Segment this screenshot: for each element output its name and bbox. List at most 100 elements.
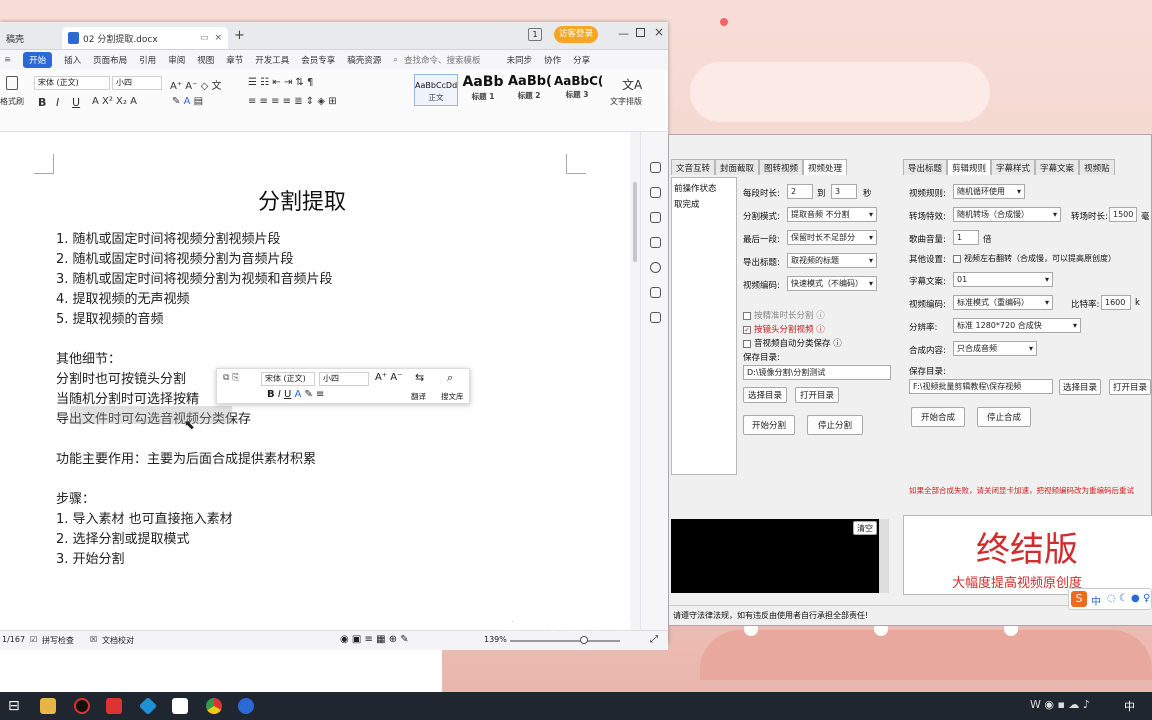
translate-icon[interactable]: ⇆ [415,371,424,384]
tray-icons[interactable]: W ◉ ▪ ☁ ♪ [1030,698,1090,711]
translate-label[interactable]: 翻译 [411,391,426,402]
menu-view[interactable]: 视图 [197,54,214,66]
last-segment-select[interactable]: 保留时长不足部分 [787,230,877,245]
console-scrollbar[interactable] [879,519,889,593]
mini-size-select[interactable]: 小四 [319,372,369,386]
status-log-list[interactable]: 前操作状态 取完成 [671,177,737,475]
list-icons[interactable]: ☰ ☷ ⇤ ⇥ ⇅ ¶ [248,77,313,88]
window-count-badge[interactable]: 1 [528,28,542,41]
pen-tool-icon[interactable] [650,187,661,198]
sync-status[interactable]: 未同步 [507,54,533,66]
volume-input[interactable]: 1 [953,230,979,245]
opt-precise[interactable]: 按精准时长分割 ⓘ [743,309,825,321]
flip-checkbox[interactable]: 视频左右翻转（合成慢，可以提高原创度） [953,253,1116,264]
doc-proof[interactable]: 文档校对 [102,635,134,646]
tab-document[interactable]: 02 分割提取.docx ▭ × [62,27,228,49]
menu-more-icon[interactable]: ≡ [4,55,11,65]
subtitle-text-select[interactable]: 01 [953,272,1053,287]
menu-resources[interactable]: 稿壳资源 [347,54,381,66]
view-mode-icons[interactable]: ◉ ▣ ≡ ▦ ⊕ ✎ [340,634,409,645]
spell-check-icon[interactable]: ☑ [30,635,37,644]
search-lib-icon[interactable]: ⌕ [447,371,453,385]
style-normal[interactable]: AaBbCcDd 正文 [414,74,458,106]
file-explorer-icon[interactable] [40,698,56,714]
new-tab-icon[interactable]: + [234,28,245,43]
format-brush-label[interactable]: 格式刷 [0,96,24,107]
search-lib-label[interactable]: 搜文库 [441,391,464,402]
tab-subtitle-style[interactable]: 字幕样式 [991,159,1036,175]
command-search[interactable]: 查找命令、搜索模板 [404,54,481,66]
spell-check[interactable]: 拼写检查 [42,635,74,646]
zoom-slider-thumb[interactable] [580,636,588,644]
text-layout-label[interactable]: 文字排版 [610,96,642,107]
clear-log-button[interactable]: 清空 [853,521,877,535]
strike-super-sub-icon[interactable]: A X² X₂ A [92,96,137,107]
tab-pin-icon[interactable]: ▭ [200,33,209,43]
opt-auto-classify[interactable]: 音视频自动分类保存 ⓘ [743,337,842,349]
tab-text-audio[interactable]: 文音互转 [671,159,716,175]
font-size-select[interactable]: 小四 [112,76,162,90]
compose-choose-dir-button[interactable]: 选择目录 [1059,379,1101,395]
pin-tool-icon[interactable] [650,162,661,173]
ime-tools-icon[interactable]: ◌ ☾ ● ♀ [1107,593,1150,604]
chrome-icon[interactable] [206,698,222,714]
stop-compose-button[interactable]: 停止合成 [977,407,1031,427]
stop-split-button[interactable]: 停止分割 [807,415,863,435]
font-name-select[interactable]: 宋体 (正文) [34,76,110,90]
minimize-icon[interactable]: — [618,27,629,40]
menu-insert[interactable]: 插入 [64,54,81,66]
opt-shot-split[interactable]: ✓ 按镜头分割视频 ⓘ [743,323,825,335]
share-button[interactable]: 分享 [573,54,590,66]
tab-subtitle-text[interactable]: 字幕文案 [1035,159,1080,175]
ime-mode[interactable]: 中 [1091,593,1101,608]
task-view-icon[interactable]: ⊟ [8,698,24,714]
highlight-icon[interactable]: ✎ A ▤ [172,96,203,107]
bold-icon[interactable]: B [38,96,46,109]
format-brush-icon[interactable] [6,76,18,90]
mini-style-icons[interactable]: B I U A ✎ ≡ [267,389,324,400]
menu-reference[interactable]: 引用 [139,54,156,66]
menu-layout[interactable]: 页面布局 [93,54,127,66]
menu-chapter[interactable]: 章节 [226,54,243,66]
grow-font-icon[interactable]: A⁺ A⁻ ◇ 文 [170,77,221,92]
menu-member[interactable]: 会员专享 [301,54,335,66]
image-tool-icon[interactable] [650,287,661,298]
help-tool-icon[interactable] [650,262,661,273]
start-compose-button[interactable]: 开始合成 [911,407,965,427]
text-layout-icon[interactable]: 文A [622,76,642,93]
sogou-icon[interactable]: S [1071,591,1087,607]
mini-font-grow-icon[interactable]: A⁺ A⁻ [375,372,402,383]
select-tool-icon[interactable] [650,212,661,223]
video-rule-select[interactable]: 随机循环使用 [953,184,1025,199]
underline-icon[interactable]: U [72,96,80,109]
scroll-thumb[interactable] [633,182,637,262]
export-title-select[interactable]: 取视频的标题 [787,253,877,268]
duration-from-input[interactable]: 2 [787,184,813,199]
resolution-select[interactable]: 标准 1280*720 合成快 [953,318,1081,333]
tab-close-icon[interactable]: × [214,33,222,43]
tab-previous[interactable]: 稿壳 [0,27,30,49]
menu-start[interactable]: 开始 [23,52,53,68]
share-tool-icon[interactable] [650,312,661,323]
copy-icon[interactable]: ⧉ ⎘ [223,373,240,383]
close-icon[interactable]: × [654,25,664,39]
browser-icon[interactable] [238,698,254,714]
tab-export-title[interactable]: 导出标题 [903,159,948,175]
duration-to-input[interactable]: 3 [831,184,857,199]
codec-select[interactable]: 快速模式（不编码） [787,276,877,291]
mini-font-select[interactable]: 宋体 (正文) [261,372,315,386]
transition-time-input[interactable]: 1500 [1109,207,1137,222]
tab-image-video[interactable]: 图转视频 [759,159,804,175]
split-open-dir-button[interactable]: 打开目录 [795,387,839,403]
split-mode-select[interactable]: 提取音频 不分割 [787,207,877,222]
tab-cover[interactable]: 封面截取 [715,159,760,175]
adjust-tool-icon[interactable] [650,237,661,248]
split-choose-dir-button[interactable]: 选择目录 [743,387,787,403]
app-icon[interactable] [138,696,158,716]
zoom-slider[interactable] [510,640,620,642]
align-icons[interactable]: ≡ ≡ ≡ ≡ ≣ ⇕ ◈ ⊞ [248,96,337,107]
style-heading1[interactable]: AaBb 标题 1 [462,74,504,106]
maximize-icon[interactable] [636,28,645,37]
fullscreen-icon[interactable]: ⤢ [650,634,658,645]
bitrate-input[interactable]: 1600 [1101,295,1131,310]
